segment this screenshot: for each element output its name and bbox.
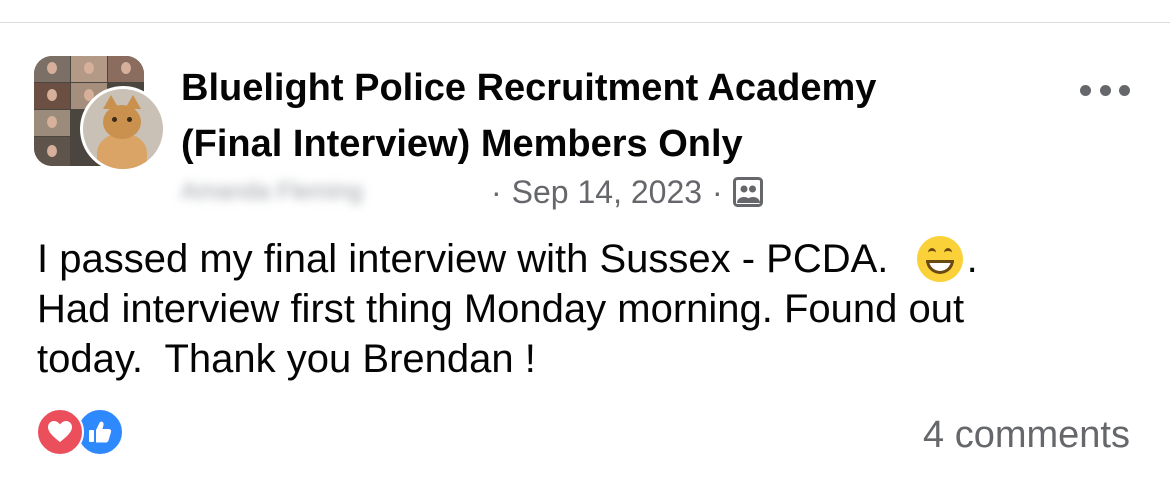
avatar-tile [34, 137, 70, 166]
post-text-1b: . [966, 237, 978, 281]
group-name[interactable]: Bluelight Police Recruitment Academy (Fi… [181, 60, 981, 172]
more-options-icon [1099, 84, 1111, 96]
avatar-tile [34, 83, 70, 109]
post-line-2: Had interview first thing Monday morning… [37, 287, 965, 331]
post-text-1a: I passed my final interview with Sussex … [37, 237, 911, 281]
avatar-tile [34, 110, 70, 136]
post-date[interactable]: Sep 14, 2023 [512, 174, 702, 211]
group-audience-icon [732, 177, 763, 207]
author-name[interactable]: Amanda Fleming [181, 178, 481, 206]
author-avatar[interactable] [80, 86, 166, 172]
avatar-tile [34, 56, 70, 82]
post-body: I passed my final interview with Sussex … [37, 234, 1127, 384]
avatar-tile [71, 56, 107, 82]
avatar-tile [108, 56, 144, 82]
comments-count[interactable]: 4 comments [923, 414, 1130, 457]
reactions-summary[interactable] [36, 408, 136, 456]
post-meta: Amanda Fleming · Sep 14, 2023 · [181, 172, 763, 212]
more-options-icon [1080, 84, 1091, 96]
group-name-line2[interactable]: (Final Interview) Members Only [181, 116, 981, 172]
group-name-line1[interactable]: Bluelight Police Recruitment Academy [181, 60, 981, 116]
meta-separator: · [491, 173, 502, 210]
post-line-1: I passed my final interview with Sussex … [37, 234, 1127, 284]
post-line-3: today. Thank you Brendan ! [37, 337, 536, 381]
more-options-button[interactable] [1080, 80, 1130, 100]
meta-separator: · [712, 173, 723, 210]
top-divider [0, 22, 1170, 23]
grinning-face-emoji-icon [916, 236, 963, 282]
cat-head [103, 105, 141, 139]
more-options-icon [1119, 84, 1130, 96]
love-reaction-icon [36, 408, 84, 456]
